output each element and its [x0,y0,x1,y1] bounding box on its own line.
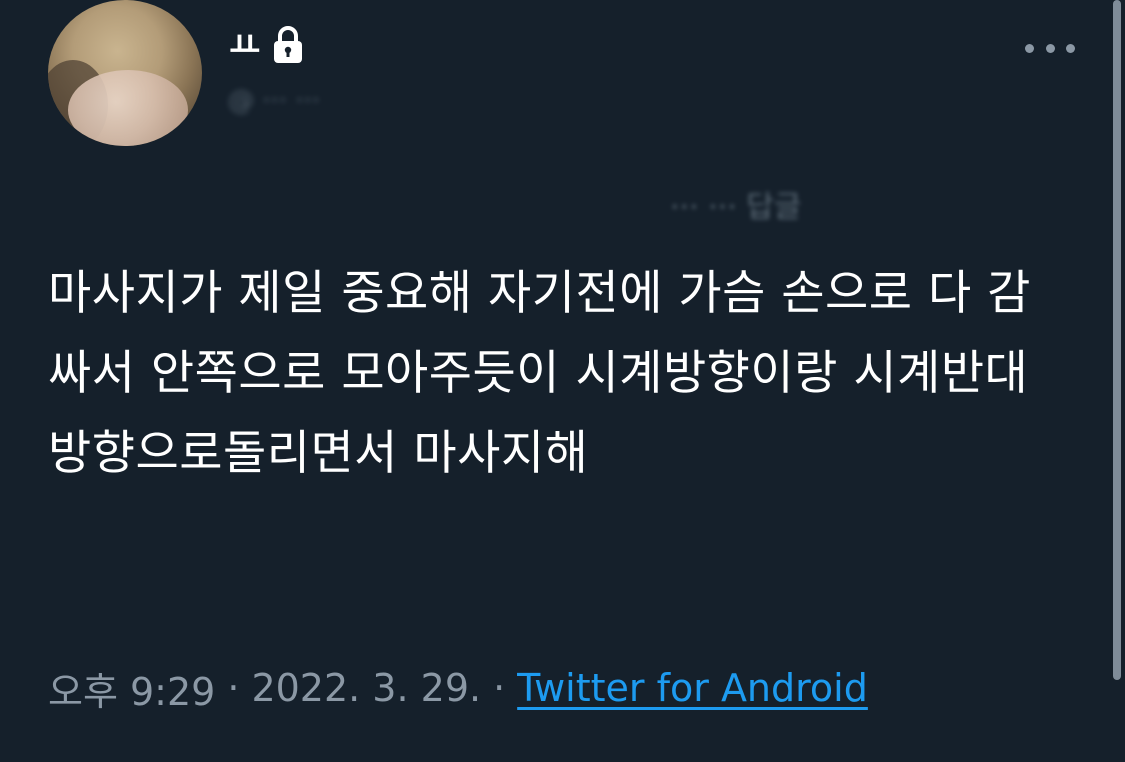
author-row: ㅛ [229,24,306,68]
author-name[interactable]: ㅛ [229,24,260,68]
avatar-skin [68,70,188,146]
tweet-meta: 오후 9:29 · 2022. 3. 29. · Twitter for And… [48,660,868,716]
scrollbar[interactable] [1113,0,1121,680]
meta-separator: · [493,666,506,710]
reply-context: ··· ··· 답글 [670,190,802,222]
tweet-time[interactable]: 오후 9:29 [48,661,215,716]
avatar[interactable] [48,0,202,146]
more-horizontal-icon[interactable] [1025,36,1075,60]
more-dot [1025,43,1034,53]
tweet-source-link[interactable]: Twitter for Android [517,666,868,710]
author-handle[interactable]: @ ··· ··· [228,86,368,118]
lock-icon [274,26,303,63]
meta-separator: · [227,666,240,710]
tweet-date[interactable]: 2022. 3. 29. [251,666,481,710]
more-dot [1045,43,1055,53]
tweet-text: 마사지가 제일 중요해 자기전에 가슴 손으로 다 감싸서 안쪽으로 모아주듯이… [48,266,1031,481]
more-dot [1066,43,1075,53]
